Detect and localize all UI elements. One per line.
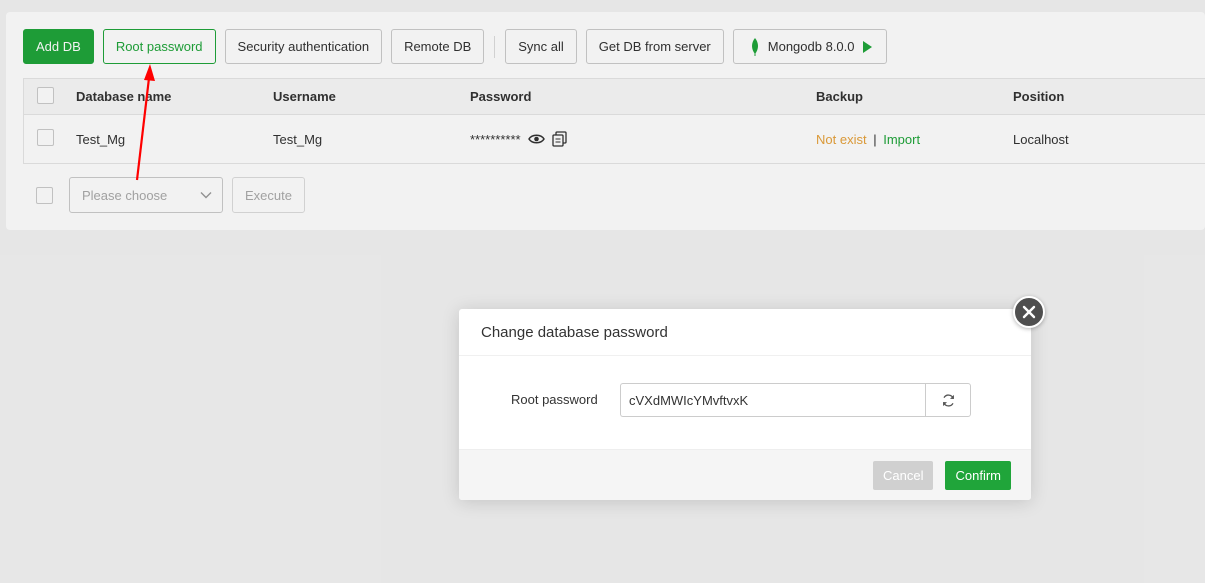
generate-password-button[interactable] — [925, 383, 971, 417]
change-password-dialog: Change database password Root password C… — [459, 309, 1031, 500]
dialog-title: Change database password — [459, 309, 1031, 356]
cancel-button[interactable]: Cancel — [873, 460, 934, 490]
refresh-icon — [942, 393, 954, 407]
root-password-input[interactable] — [620, 383, 926, 417]
confirm-button[interactable]: Confirm — [945, 460, 1011, 490]
dialog-footer: Cancel Confirm — [459, 449, 1031, 500]
close-dialog-button[interactable] — [1013, 296, 1045, 328]
page: Add DB Root password Security authentica… — [0, 0, 1205, 583]
dialog-body: Root password — [459, 356, 1031, 449]
close-icon — [1022, 305, 1036, 319]
root-password-label: Root password — [511, 392, 598, 407]
